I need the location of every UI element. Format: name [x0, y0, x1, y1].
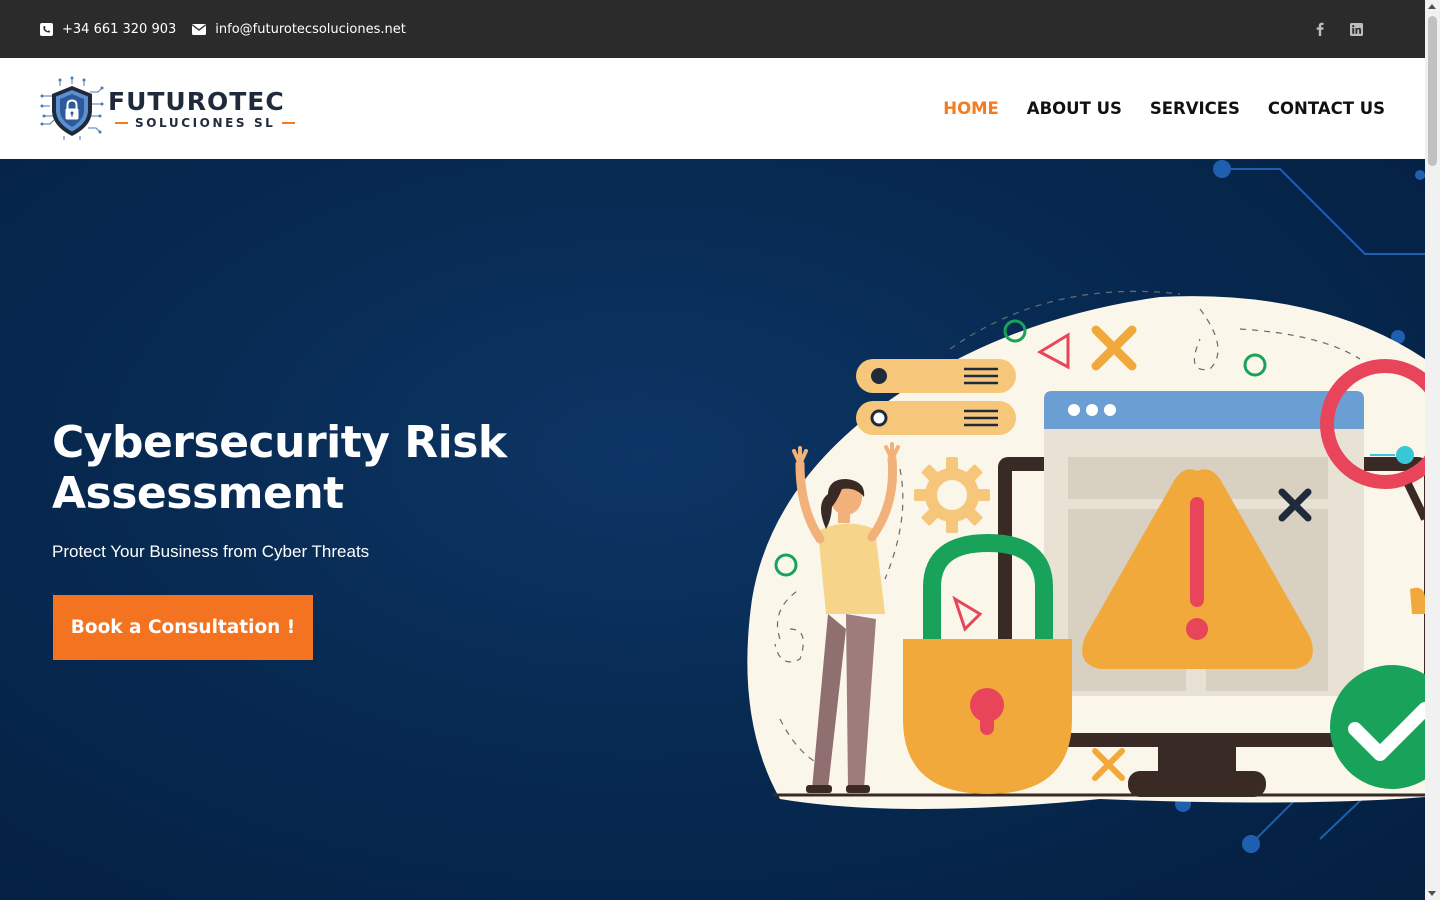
book-consultation-button[interactable]: Book a Consultation ! — [53, 595, 313, 660]
shield-lock-logo-icon — [40, 76, 104, 140]
logo-name: FUTUROTEC — [108, 86, 285, 116]
logo-dash-right — [282, 121, 296, 124]
site-logo[interactable]: FUTUROTEC SOLUCIONES SL — [40, 76, 302, 142]
scrollbar-thumb[interactable] — [1428, 16, 1437, 166]
hero-section: Cybersecurity Risk Assessment Protect Yo… — [0, 159, 1425, 900]
social-links — [1313, 22, 1363, 36]
logo-dash-left — [115, 121, 128, 124]
phone-icon — [40, 22, 53, 36]
page-scrollbar[interactable] — [1425, 0, 1440, 900]
gear-icon — [914, 457, 990, 533]
nav-about-us[interactable]: ABOUT US — [1027, 99, 1122, 118]
nav-services[interactable]: SERVICES — [1150, 99, 1240, 118]
nav-contact-us[interactable]: CONTACT US — [1268, 99, 1385, 118]
phone-link[interactable]: +34 661 320 903 — [40, 22, 176, 37]
linkedin-icon[interactable] — [1349, 22, 1363, 36]
hero-subtitle: Protect Your Business from Cyber Threats — [52, 542, 370, 561]
hero-title: Cybersecurity Risk Assessment — [52, 417, 507, 519]
email-link[interactable]: info@futurotecsoluciones.net — [192, 22, 406, 37]
site-header: FUTUROTEC SOLUCIONES SL HOME ABOUT US SE… — [0, 58, 1425, 159]
scroll-up-arrow-icon[interactable] — [1428, 4, 1436, 9]
logo-subtitle: SOLUCIONES SL — [135, 115, 276, 130]
main-nav: HOME ABOUT US SERVICES CONTACT US — [943, 99, 1385, 118]
cyan-node — [1396, 446, 1414, 464]
scroll-down-arrow-icon[interactable] — [1428, 891, 1436, 896]
phone-number: +34 661 320 903 — [62, 21, 177, 37]
facebook-icon[interactable] — [1313, 22, 1327, 36]
email-address: info@futurotecsoluciones.net — [215, 21, 406, 37]
top-contact-bar: +34 661 320 903 info@futurotecsoluciones… — [0, 0, 1425, 58]
cybersecurity-illustration — [747, 160, 1425, 853]
orange-shape-deco — [1410, 587, 1425, 614]
envelope-icon — [192, 23, 207, 35]
nav-home[interactable]: HOME — [943, 99, 999, 118]
